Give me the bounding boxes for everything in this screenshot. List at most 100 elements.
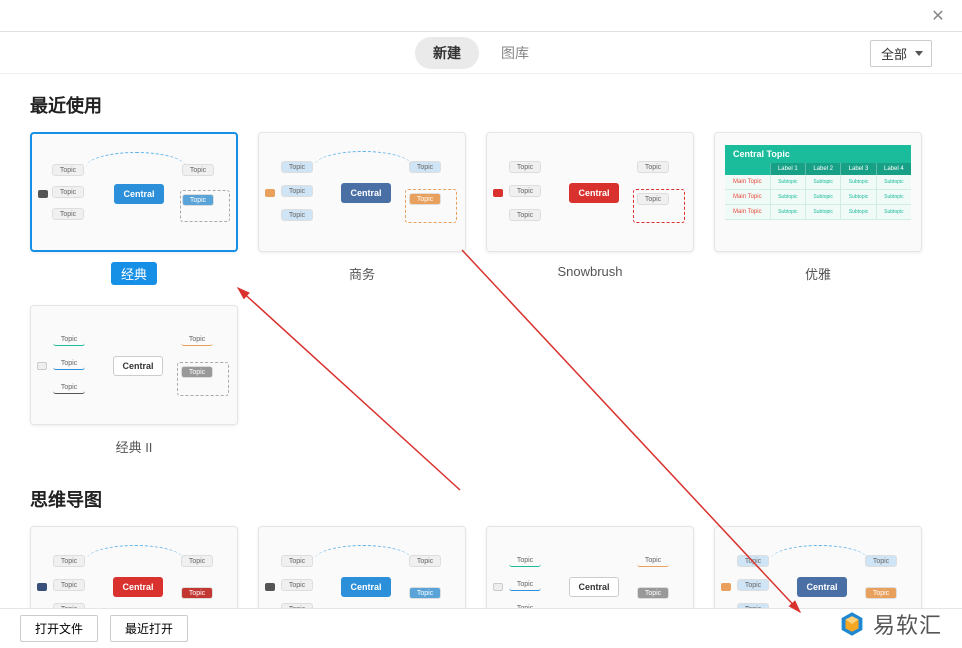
group-outline (180, 190, 230, 222)
central-node: Central (569, 577, 619, 597)
topic-node: Topic (637, 587, 669, 599)
filter-selected-value: 全部 (881, 44, 907, 63)
template-thumb: Central Topic Topic Topic Topic Topic (258, 132, 466, 252)
group-outline (633, 189, 685, 223)
connector-curve (86, 152, 186, 182)
connector-curve (315, 151, 411, 179)
central-node: Central (797, 577, 847, 597)
watermark-icon (839, 611, 865, 637)
table-row: Main Topic Subtopic Subtopic Subtopic Su… (725, 175, 911, 190)
template-thumb: Central Topic Topic Topic Topic Topic (30, 526, 238, 608)
template-label: 优雅 (795, 262, 841, 285)
topic-node: Topic (737, 579, 769, 591)
tab-new[interactable]: 新建 (415, 37, 479, 69)
topic-node: Topic (53, 334, 85, 346)
template-card[interactable]: Central Topic Topic Topic Topic Topic (714, 526, 922, 608)
topic-node: Topic (637, 555, 669, 567)
template-card-classic-2[interactable]: Central Topic Topic Topic Topic Topic 经典… (30, 305, 238, 458)
central-node: Central (113, 577, 163, 597)
table-labels-row: Label 1 Label 2 Label 3 Label 4 (725, 163, 911, 175)
topic-node: Topic (281, 555, 313, 567)
root-square (37, 362, 47, 370)
template-thumb: Central Topic Topic Topic Topic Topic (486, 526, 694, 608)
template-label: 商务 (339, 262, 385, 285)
topic-node: Topic (181, 587, 213, 599)
topic-node: Topic (865, 555, 897, 567)
topic-node: Topic (52, 208, 84, 220)
footer-bar: 打开文件 最近打开 (0, 608, 962, 648)
template-label: Snowbrush (547, 262, 632, 281)
topic-node: Topic (509, 209, 541, 221)
root-square (265, 583, 275, 591)
title-bar: ✕ (0, 0, 962, 32)
watermark: 易软汇 (839, 608, 942, 640)
open-file-button[interactable]: 打开文件 (20, 615, 98, 642)
table-row: Main Topic Subtopic Subtopic Subtopic Su… (725, 190, 911, 205)
topic-node: Topic (509, 579, 541, 591)
central-node: Central (341, 183, 391, 203)
topic-node: Topic (509, 161, 541, 173)
root-square (721, 583, 731, 591)
filter-dropdown[interactable]: 全部 (870, 40, 932, 67)
central-node: Central (569, 183, 619, 203)
topic-node: Topic (865, 587, 897, 599)
central-node: Central (113, 356, 163, 376)
template-thumb: Central Topic Topic Topic Topic Topic (30, 305, 238, 425)
topic-node: Topic (409, 587, 441, 599)
connector-curve (315, 545, 411, 573)
template-card[interactable]: Central Topic Topic Topic Topic Topic (30, 526, 238, 608)
group-outline (405, 189, 457, 223)
topic-node: Topic (409, 555, 441, 567)
template-thumb: Central Topic Label 1 Label 2 Label 3 La… (714, 132, 922, 252)
topic-node: Topic (53, 382, 85, 394)
template-card[interactable]: Central Topic Topic Topic Topic Topic (258, 526, 466, 608)
topic-node: Topic (409, 161, 441, 173)
topic-node: Topic (509, 555, 541, 567)
mindmap-grid: Central Topic Topic Topic Topic Topic Ce… (30, 526, 932, 608)
template-card-elegant[interactable]: Central Topic Label 1 Label 2 Label 3 La… (714, 132, 922, 285)
root-square (37, 583, 47, 591)
topic-node: Topic (182, 164, 214, 176)
topic-node: Topic (281, 185, 313, 197)
topic-node: Topic (52, 186, 84, 198)
template-card[interactable]: Central Topic Topic Topic Topic Topic (486, 526, 694, 608)
section-title-mindmap: 思维导图 (30, 486, 932, 512)
main-tabs: 新建 图库 (415, 37, 547, 69)
template-label: 经典 (111, 262, 157, 285)
root-square (493, 189, 503, 197)
recent-open-button[interactable]: 最近打开 (110, 615, 188, 642)
template-thumb: Central Topic Topic Topic Topic Topic (714, 526, 922, 608)
template-thumb: Central Topic Topic Topic Topic Topic (258, 526, 466, 608)
template-thumb: Central Topic Topic Topic Topic Topic (486, 132, 694, 252)
topic-node: Topic (181, 555, 213, 567)
topic-node: Topic (281, 161, 313, 173)
topic-node: Topic (181, 334, 213, 346)
connector-curve (771, 545, 867, 573)
template-thumb: Central Topic Topic Topic Topic Topic (30, 132, 238, 252)
topic-node: Topic (53, 358, 85, 370)
template-card-business[interactable]: Central Topic Topic Topic Topic Topic 商务 (258, 132, 466, 285)
root-square (493, 583, 503, 591)
table-mini: Central Topic Label 1 Label 2 Label 3 La… (725, 145, 911, 220)
connector-curve (87, 545, 183, 573)
content-area: 最近使用 Central Topic Topic Topic Topic Top… (0, 74, 962, 608)
watermark-text: 易软汇 (873, 608, 942, 640)
root-square (38, 190, 48, 198)
recent-grid: Central Topic Topic Topic Topic Topic 经典… (30, 132, 932, 458)
topic-node: Topic (281, 209, 313, 221)
header-bar: 新建 图库 全部 (0, 32, 962, 74)
root-square (265, 189, 275, 197)
close-icon[interactable]: ✕ (924, 2, 952, 30)
section-title-recent: 最近使用 (30, 92, 932, 118)
topic-node: Topic (53, 555, 85, 567)
template-label: 经典 II (106, 435, 163, 458)
topic-node: Topic (509, 185, 541, 197)
topic-node: Topic (737, 555, 769, 567)
table-header: Central Topic (725, 145, 911, 163)
topic-node: Topic (52, 164, 84, 176)
template-card-snowbrush[interactable]: Central Topic Topic Topic Topic Topic Sn… (486, 132, 694, 285)
tab-gallery[interactable]: 图库 (483, 37, 547, 69)
topic-node: Topic (281, 579, 313, 591)
template-card-classic[interactable]: Central Topic Topic Topic Topic Topic 经典 (30, 132, 238, 285)
central-node: Central (341, 577, 391, 597)
